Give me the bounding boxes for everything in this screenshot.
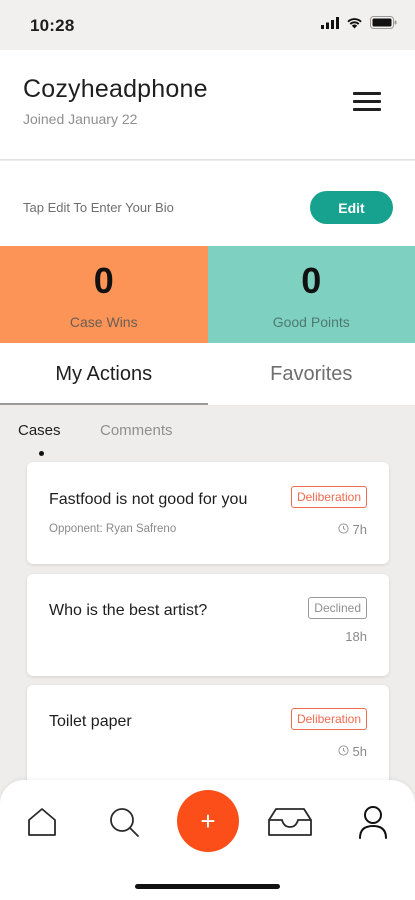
case-title: Toilet paper: [49, 713, 132, 730]
active-subtab-indicator: [39, 451, 44, 456]
joined-date: Joined January 22: [23, 111, 138, 127]
battery-icon: [370, 16, 397, 34]
case-title: Who is the best artist?: [49, 602, 208, 619]
status-icons: [321, 16, 397, 34]
clock-icon: [337, 522, 349, 537]
home-bar-area: [0, 864, 415, 900]
bottom-nav: +: [0, 780, 415, 864]
edit-bio-button[interactable]: Edit: [310, 191, 393, 224]
case-wins-label: Case Wins: [69, 314, 138, 330]
home-icon[interactable]: [22, 802, 62, 842]
tab-my-actions[interactable]: My Actions: [0, 343, 208, 405]
case-time-value: 5h: [352, 744, 367, 759]
home-indicator: [135, 884, 280, 889]
profile-name: Cozyheadphone: [23, 75, 208, 103]
bio-prompt: Tap Edit To Enter Your Bio: [23, 200, 174, 215]
status-time: 10:28: [30, 16, 75, 35]
menu-icon[interactable]: [353, 92, 381, 112]
profile-icon[interactable]: [353, 802, 393, 842]
good-points-label: Good Points: [272, 314, 350, 330]
search-icon[interactable]: [104, 802, 144, 842]
case-time: 5h: [337, 744, 367, 759]
signal-icon: [321, 16, 339, 34]
case-time: 18h: [345, 629, 367, 644]
case-card[interactable]: Fastfood is not good for you Opponent: R…: [27, 462, 389, 564]
status-badge: Declined: [308, 597, 367, 619]
status-badge: Deliberation: [290, 486, 367, 508]
stats-row: 0 Case Wins 0 Good Points: [0, 246, 415, 343]
profile-header: Cozyheadphone Joined January 22: [0, 50, 415, 160]
case-time: 7h: [337, 522, 367, 537]
tab-favorites[interactable]: Favorites: [208, 343, 415, 405]
profile-tabs: My Actions Favorites: [0, 343, 415, 405]
subtabs: Cases Comments: [0, 405, 415, 461]
case-title: Fastfood is not good for you: [49, 491, 248, 508]
wifi-icon: [346, 16, 363, 34]
case-card[interactable]: Who is the best artist? Declined 18h: [27, 574, 389, 676]
good-points-value: 0: [301, 260, 322, 301]
case-wins-value: 0: [93, 260, 114, 301]
case-time-value: 18h: [345, 629, 367, 644]
inbox-icon[interactable]: [266, 802, 314, 842]
add-icon[interactable]: +: [177, 790, 239, 852]
bio-row: Tap Edit To Enter Your Bio Edit: [0, 161, 415, 246]
clock-icon: [337, 744, 349, 759]
case-card[interactable]: Toilet paper Deliberation 5h: [27, 685, 389, 785]
case-time-value: 7h: [352, 522, 367, 537]
case-opponent: Opponent: Ryan Safreno: [49, 523, 177, 535]
good-points-stat: 0 Good Points: [207, 246, 415, 343]
subtab-cases[interactable]: Cases: [18, 422, 61, 439]
case-wins-stat: 0 Case Wins: [0, 246, 208, 343]
status-bar: 10:28: [0, 0, 415, 50]
status-badge: Deliberation: [290, 708, 367, 730]
subtab-comments[interactable]: Comments: [100, 422, 173, 439]
